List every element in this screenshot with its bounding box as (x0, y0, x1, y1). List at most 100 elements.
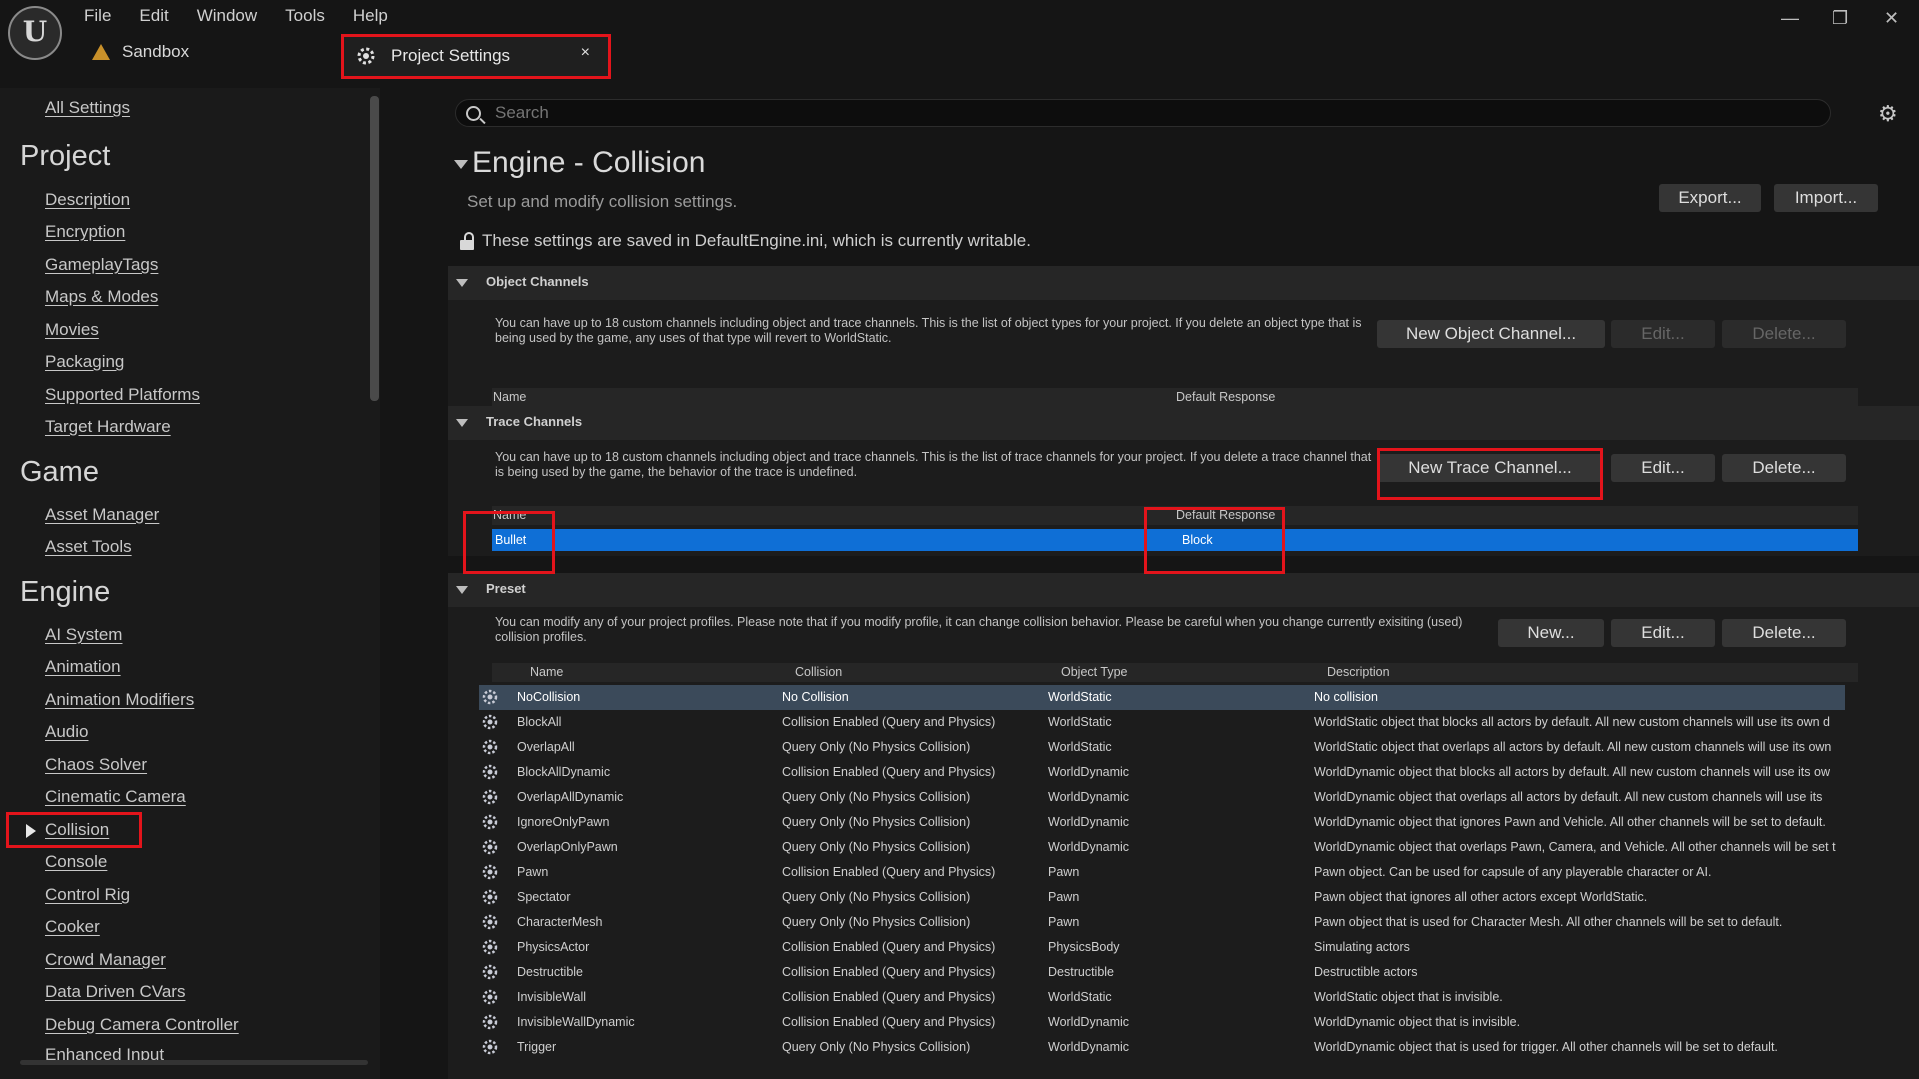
sidebar-item-packaging[interactable]: Packaging (45, 352, 124, 372)
new-object-channel-button[interactable]: New Object Channel... (1377, 320, 1605, 348)
menu-file[interactable]: File (84, 4, 125, 28)
table-row[interactable]: BlockAll Collision Enabled (Query and Phy… (479, 710, 1845, 735)
sidebar-item-console[interactable]: Console (45, 852, 107, 872)
import-button[interactable]: Import... (1774, 184, 1878, 212)
sidebar-item-animation[interactable]: Animation (45, 657, 121, 677)
sidebar-item-maps-modes[interactable]: Maps & Modes (45, 287, 158, 307)
new-preset-button[interactable]: New... (1498, 619, 1604, 647)
column-description[interactable]: Description (1327, 665, 1390, 679)
trace-channel-response[interactable]: Block (1182, 533, 1213, 547)
table-row[interactable]: NoCollision No Collision WorldStatic No col… (479, 685, 1845, 710)
preset-object-type: WorldDynamic (1048, 790, 1130, 804)
sidebar-item-ai-system[interactable]: AI System (45, 625, 122, 645)
tab-project-settings[interactable]: Project Settings × (343, 36, 608, 76)
gear-icon[interactable]: ⚙ (1878, 101, 1898, 127)
preset-collision: Query Only (No Physics Collision) (782, 915, 971, 929)
tab-close-icon[interactable]: × (581, 44, 590, 62)
preset-name: InvisibleWallDynamic (517, 1015, 635, 1029)
sidebar-all-settings[interactable]: All Settings (45, 98, 130, 118)
sidebar-item-description[interactable]: Description (45, 190, 130, 210)
search-box[interactable] (455, 99, 1831, 127)
sidebar-horizontal-scrollbar[interactable] (20, 1060, 368, 1065)
table-row[interactable]: Pawn Collision Enabled (Query and Physics… (479, 860, 1845, 885)
project-settings-icon (357, 47, 375, 65)
column-name[interactable]: Name (493, 508, 526, 522)
section-title: Trace Channels (486, 414, 583, 429)
sidebar-item-target-hardware[interactable]: Target Hardware (45, 417, 171, 437)
table-row[interactable]: InvisibleWall Collision Enabled (Query an… (479, 985, 1845, 1010)
column-default-response[interactable]: Default Response (1176, 508, 1275, 522)
collision-profile-icon (482, 1039, 498, 1055)
export-button[interactable]: Export... (1659, 184, 1761, 212)
table-row[interactable]: InvisibleWallDynamic Collision Enabled (Q… (479, 1010, 1845, 1035)
sidebar-item-control-rig[interactable]: Control Rig (45, 885, 130, 905)
sidebar-item-crowd-manager[interactable]: Crowd Manager (45, 950, 166, 970)
sidebar-item-debug-camera-controller[interactable]: Debug Camera Controller (45, 1015, 239, 1035)
section-preset[interactable]: Preset (448, 573, 1919, 607)
restore-icon[interactable]: ❐ (1832, 8, 1848, 29)
edit-preset-button[interactable]: Edit... (1611, 619, 1715, 647)
delete-object-channel-button[interactable]: Delete... (1722, 320, 1846, 348)
preset-name: IgnoreOnlyPawn (517, 815, 610, 829)
sidebar-item-audio[interactable]: Audio (45, 722, 88, 742)
sidebar-item-animation-modifiers[interactable]: Animation Modifiers (45, 690, 194, 710)
sidebar-item-cinematic-camera[interactable]: Cinematic Camera (45, 787, 186, 807)
sidebar-item-asset-manager[interactable]: Asset Manager (45, 505, 159, 525)
preset-collision: Query Only (No Physics Collision) (782, 815, 971, 829)
sidebar-item-chaos-solver[interactable]: Chaos Solver (45, 755, 147, 775)
sidebar-item-gameplaytags[interactable]: GameplayTags (45, 255, 158, 275)
sidebar-item-encryption[interactable]: Encryption (45, 222, 125, 242)
sidebar-item-collision[interactable]: Collision (45, 820, 109, 840)
table-row[interactable]: OverlapAllDynamic Query Only (No Physics … (479, 785, 1845, 810)
sidebar-item-data-driven-cvars[interactable]: Data Driven CVars (45, 982, 185, 1002)
table-row[interactable]: Spectator Query Only (No Physics Collisio… (479, 885, 1845, 910)
new-trace-channel-button[interactable]: New Trace Channel... (1377, 454, 1603, 482)
unreal-logo-icon[interactable]: U (8, 6, 62, 60)
delete-trace-channel-button[interactable]: Delete... (1722, 454, 1846, 482)
collision-profile-icon (482, 1014, 498, 1030)
preset-description: WorldStatic object that is invisible. (1314, 990, 1503, 1004)
column-collision[interactable]: Collision (795, 665, 842, 679)
menu-edit[interactable]: Edit (139, 4, 182, 28)
table-row[interactable]: IgnoreOnlyPawn Query Only (No Physics Col… (479, 810, 1845, 835)
table-row[interactable]: PhysicsActor Collision Enabled (Query and… (479, 935, 1845, 960)
sidebar-item-movies[interactable]: Movies (45, 320, 99, 340)
section-object-channels[interactable]: Object Channels (448, 266, 1919, 300)
sidebar-scrollbar[interactable] (370, 96, 379, 401)
preset-description: WorldDynamic object that overlaps Pawn, … (1314, 840, 1836, 854)
column-object-type[interactable]: Object Type (1061, 665, 1127, 679)
column-name[interactable]: Name (493, 390, 526, 404)
project-tab[interactable]: Sandbox (92, 42, 189, 62)
search-input[interactable] (495, 103, 1795, 123)
table-row[interactable]: BlockAllDynamic Collision Enabled (Query … (479, 760, 1845, 785)
delete-preset-button[interactable]: Delete... (1722, 619, 1846, 647)
table-row[interactable]: CharacterMesh Query Only (No Physics Coll… (479, 910, 1845, 935)
table-row[interactable]: Bullet Block (492, 529, 1858, 551)
sidebar-item-asset-tools[interactable]: Asset Tools (45, 537, 132, 557)
table-row[interactable]: Destructible Collision Enabled (Query and… (479, 960, 1845, 985)
minimize-icon[interactable]: — (1781, 8, 1799, 29)
menu-help[interactable]: Help (353, 4, 402, 28)
close-window-icon[interactable]: ✕ (1884, 8, 1899, 29)
table-row[interactable]: OverlapAll Query Only (No Physics Collisi… (479, 735, 1845, 760)
column-name[interactable]: Name (530, 665, 563, 679)
preset-description: Pawn object that ignores all other actor… (1314, 890, 1648, 904)
selected-arrow-icon (26, 824, 36, 838)
section-trace-channels[interactable]: Trace Channels (448, 406, 1919, 440)
collision-profile-icon (482, 689, 498, 705)
sidebar-item-supported-platforms[interactable]: Supported Platforms (45, 385, 200, 405)
preset-collision: Collision Enabled (Query and Physics) (782, 1015, 996, 1029)
edit-object-channel-button[interactable]: Edit... (1611, 320, 1715, 348)
menu-tools[interactable]: Tools (285, 4, 339, 28)
collapse-arrow-icon[interactable] (454, 160, 468, 169)
preset-collision: Query Only (No Physics Collision) (782, 1040, 971, 1054)
edit-trace-channel-button[interactable]: Edit... (1611, 454, 1715, 482)
preset-name: InvisibleWall (517, 990, 587, 1004)
table-row[interactable]: Trigger Query Only (No Physics Collision)… (479, 1035, 1845, 1060)
table-row[interactable]: OverlapOnlyPawn Query Only (No Physics Co… (479, 835, 1845, 860)
menu-window[interactable]: Window (197, 4, 271, 28)
collision-profile-icon (482, 964, 498, 980)
sidebar-item-cooker[interactable]: Cooker (45, 917, 100, 937)
preset-collision: No Collision (782, 690, 849, 704)
column-default-response[interactable]: Default Response (1176, 390, 1275, 404)
